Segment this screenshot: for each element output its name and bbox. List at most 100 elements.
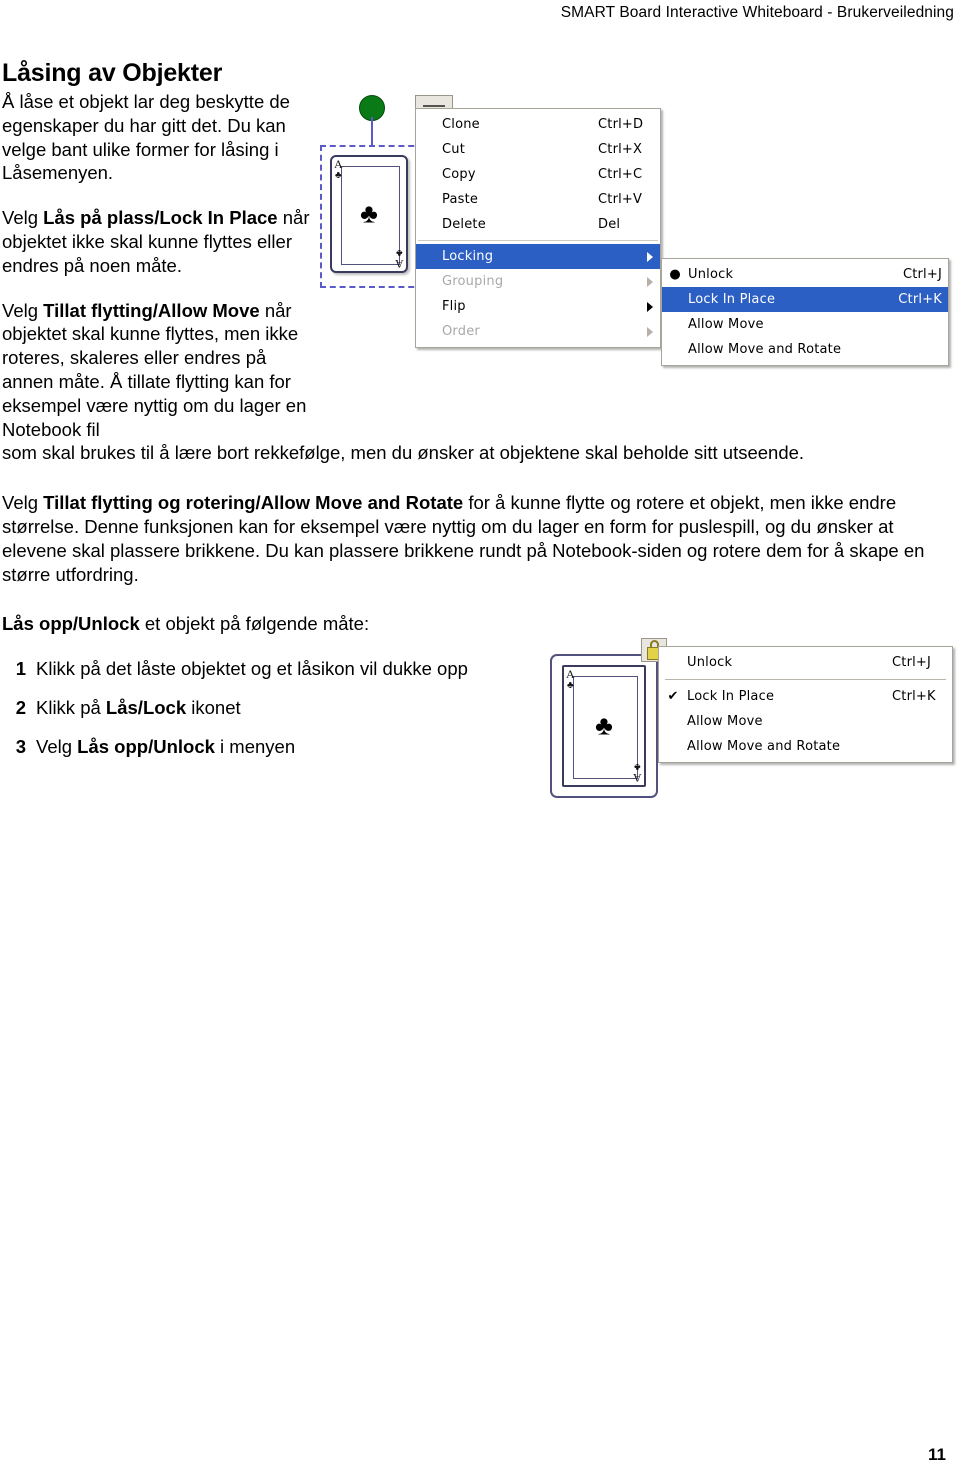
menu-item-cut[interactable]: Cut Ctrl+X	[416, 137, 660, 162]
menu-item-label: Copy	[442, 167, 476, 182]
submenu-item-unlock[interactable]: ● Unlock Ctrl+J	[662, 262, 948, 287]
figure-unlock-menu-screenshot: A ♣ ♣ A ♣ Unlock Ctrl+J ✔ Lock In Place …	[548, 638, 953, 798]
paragraph-allow-move: Velg Tillat flytting/Allow Move når obje…	[2, 299, 322, 442]
paragraph-unlock-intro: Lås opp/Unlock et objekt på følgende måt…	[2, 612, 946, 636]
card-rank: A	[334, 157, 343, 171]
menu-item-label: Lock In Place	[687, 689, 775, 704]
menu-item-shortcut: Ctrl+C	[598, 167, 643, 182]
paragraph-allow-move-cont: som skal brukes til å lære bort rekkeføl…	[2, 442, 805, 464]
radio-bullet-icon: ●	[669, 267, 681, 282]
rotate-handle-stalk-icon	[371, 117, 373, 147]
step2-pre: Klikk på	[36, 696, 106, 718]
club-suit-icon: ♣	[567, 680, 574, 691]
para4-pre: Velg	[2, 492, 44, 514]
menu-item-paste[interactable]: Paste Ctrl+V	[416, 187, 660, 212]
submenu-item-label: Unlock	[688, 267, 734, 282]
locking-submenu[interactable]: ● Unlock Ctrl+J Lock In Place Ctrl+K All…	[661, 258, 949, 366]
menu-item-label: Cut	[442, 142, 466, 157]
page-number: 11	[928, 1445, 946, 1464]
chevron-right-icon	[647, 251, 653, 262]
playing-card-object[interactable]: A ♣ ♣ A ♣	[562, 665, 646, 787]
menu-item-shortcut: Ctrl+K	[892, 689, 936, 704]
paragraph-intro: Å låse et objekt lar deg beskytte de ege…	[2, 91, 290, 184]
menu-item-label: Clone	[442, 117, 480, 132]
unlock-intro-bold: Lås opp/Unlock	[2, 613, 140, 635]
submenu-item-shortcut: Ctrl+J	[902, 267, 942, 282]
para2-pre: Velg	[2, 207, 44, 229]
menu-item-label: Flip	[442, 299, 466, 314]
menu-item-label: Allow Move and Rotate	[687, 739, 841, 754]
submenu-item-lock-in-place[interactable]: Lock In Place Ctrl+K	[662, 287, 948, 312]
step2-bold: Lås/Lock	[105, 696, 187, 718]
paragraph-allow-move-rotate: Velg Tillat flytting og rotering/Allow M…	[2, 491, 946, 586]
menu-separator	[418, 240, 658, 241]
card-corner-top-left: A ♣	[566, 667, 575, 691]
menu-item-locking[interactable]: Locking	[416, 244, 660, 269]
menu-item-order: Order	[416, 319, 660, 344]
card-corner-bottom-right: A ♣	[633, 761, 642, 785]
playing-card-object[interactable]: A ♣ ♣ A ♣	[330, 155, 408, 273]
para2-bold: Lås på plass/Lock In Place	[43, 207, 278, 229]
menu-item-label: Allow Move	[687, 714, 763, 729]
club-suit-icon: ♣	[360, 198, 378, 229]
page-header: SMART Board Interactive Whiteboard - Bru…	[0, 0, 960, 30]
lock-state-menu[interactable]: Unlock Ctrl+J ✔ Lock In Place Ctrl+K All…	[658, 646, 953, 763]
menu-item-shortcut: Del	[598, 217, 621, 232]
step3-bold: Lås opp/Unlock	[77, 735, 215, 757]
menu-item-grouping: Grouping	[416, 269, 660, 294]
page-title: Låsing av Objekter	[2, 59, 223, 87]
club-suit-icon: ♣	[335, 170, 342, 181]
menu-item-shortcut: Ctrl+D	[598, 117, 644, 132]
step1-pre: Klikk på det låste objektet og et låsiko…	[36, 658, 468, 680]
menu-item-clone[interactable]: Clone Ctrl+D	[416, 112, 660, 137]
submenu-item-label: Allow Move and Rotate	[688, 342, 842, 357]
para3-bold: Tillat flytting/Allow Move	[43, 299, 260, 321]
menu-item-shortcut: Ctrl+X	[598, 142, 643, 157]
figure-context-menu-screenshot: A ♣ ♣ A ♣ Clone Ctrl+D Cut Ctrl+X Copy C…	[316, 90, 956, 415]
context-menu[interactable]: Clone Ctrl+D Cut Ctrl+X Copy Ctrl+C Past…	[415, 108, 661, 348]
chevron-right-icon	[647, 301, 653, 312]
step3-post: i menyen	[214, 735, 296, 757]
step2-post: ikonet	[186, 696, 241, 718]
menu-item-label: Delete	[442, 217, 486, 232]
menu-item-flip[interactable]: Flip	[416, 294, 660, 319]
card-rank: A	[633, 771, 642, 785]
menu-item-lock-in-place[interactable]: ✔ Lock In Place Ctrl+K	[659, 684, 952, 709]
menu-item-copy[interactable]: Copy Ctrl+C	[416, 162, 660, 187]
menu-item-label: Paste	[442, 192, 479, 207]
menu-item-allow-move[interactable]: Allow Move	[659, 709, 952, 734]
step-number: 1	[15, 658, 26, 680]
step3-pre: Velg	[36, 735, 78, 757]
menu-item-shortcut: Ctrl+J	[892, 655, 932, 670]
para4-bold: Tillat flytting og rotering/Allow Move a…	[43, 492, 464, 514]
card-rank: A	[395, 257, 404, 271]
step-text: Klikk på Lås/Lock ikonet	[36, 696, 241, 720]
submenu-item-shortcut: Ctrl+K	[898, 292, 942, 307]
menu-item-delete[interactable]: Delete Del	[416, 212, 660, 237]
submenu-item-label: Allow Move	[688, 317, 764, 332]
unlock-intro-post: et objekt på følgende måte:	[139, 613, 370, 635]
menu-item-label: Grouping	[442, 274, 504, 289]
card-rank: A	[566, 667, 575, 681]
menu-separator	[665, 679, 946, 680]
menu-item-label: Locking	[442, 249, 494, 264]
step-text: Klikk på det låste objektet og et låsiko…	[36, 657, 468, 681]
menu-item-allow-move-and-rotate[interactable]: Allow Move and Rotate	[659, 734, 952, 759]
submenu-item-allow-move[interactable]: Allow Move	[662, 312, 948, 337]
submenu-item-label: Lock In Place	[688, 292, 776, 307]
card-corner-bottom-right: A ♣	[395, 247, 404, 271]
step-number: 3	[15, 735, 26, 757]
menu-item-label: Order	[442, 324, 480, 339]
card-corner-top-left: A ♣	[334, 157, 343, 181]
paragraph-lock-in-place: Velg Lås på plass/Lock In Place når obje…	[2, 206, 322, 277]
page-footer: 11	[0, 1445, 960, 1465]
menu-item-label: Unlock	[687, 655, 733, 670]
chevron-right-icon	[647, 276, 653, 287]
submenu-item-allow-move-and-rotate[interactable]: Allow Move and Rotate	[662, 337, 948, 362]
chevron-right-icon	[647, 326, 653, 337]
step-text: Velg Lås opp/Unlock i menyen	[36, 735, 295, 759]
document-header-title: SMART Board Interactive Whiteboard - Bru…	[560, 4, 954, 21]
menu-item-unlock[interactable]: Unlock Ctrl+J	[659, 650, 952, 675]
